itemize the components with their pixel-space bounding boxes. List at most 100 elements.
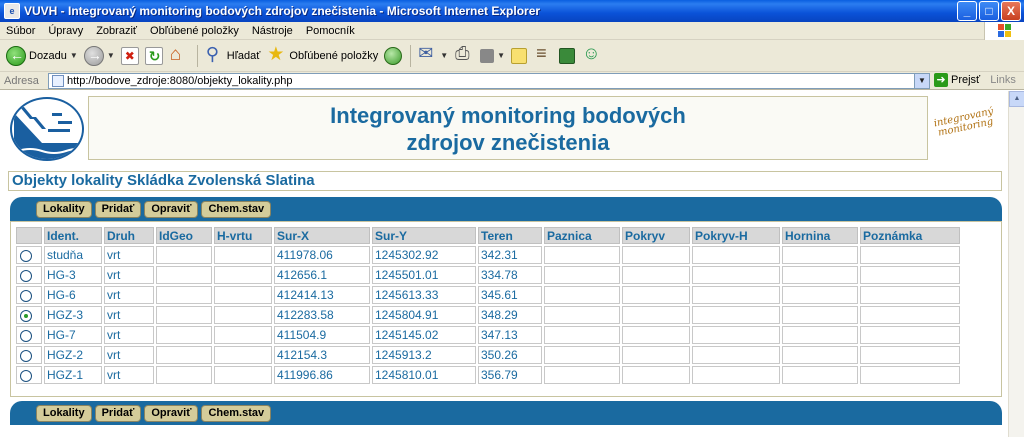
go-button[interactable]: Prejsť [951,74,980,86]
cell-teren: 348.29 [478,306,542,324]
chevron-down-icon[interactable]: ▼ [914,74,929,88]
cell-sury: 1245302.92 [372,246,476,264]
table-row[interactable]: HGZ-3 vrt 412283.58 1245804.91 348.29 [16,306,960,324]
row-select-cell[interactable] [16,346,42,364]
star-icon [266,43,286,66]
print-button[interactable] [454,43,474,66]
chevron-down-icon[interactable]: ▼ [440,51,448,60]
scroll-up-arrow-icon[interactable]: ▲ [1009,91,1024,107]
back-button[interactable]: Dozadu ▼ [6,45,78,66]
forward-arrow-icon [83,45,104,66]
minimize-button[interactable]: _ [957,1,977,21]
cell-poznamka [860,346,960,364]
table-row[interactable]: HG-7 vrt 411504.9 1245145.02 347.13 [16,326,960,344]
favorites-button[interactable]: Obľúbené položky [266,43,378,66]
menu-help[interactable]: Pomocník [306,25,355,37]
mail-button[interactable]: ▼ [417,43,448,66]
cell-idgeo [156,266,212,284]
grid-icon [559,47,576,64]
cell-hvrtu [214,246,272,264]
cell-paznica [544,366,620,384]
monitoring-badge-logo: integrovaný monitoring [932,106,995,139]
history-button[interactable] [384,46,403,65]
chevron-down-icon[interactable]: ▼ [107,51,115,60]
menu-edit[interactable]: Úpravy [48,25,83,37]
discuss-button[interactable] [511,47,528,64]
cell-teren: 334.78 [478,266,542,284]
cell-hvrtu [214,346,272,364]
opravit-button[interactable]: Opraviť [144,200,199,218]
cell-surx: 412656.1 [274,266,370,284]
table-row[interactable]: HGZ-1 vrt 411996.86 1245810.01 356.79 [16,366,960,384]
links-toolbar[interactable]: Links [990,74,1016,86]
row-select-cell[interactable] [16,306,42,324]
lokality-button[interactable]: Lokality [36,200,92,218]
stop-button[interactable] [120,46,139,65]
forward-button[interactable]: ▼ [83,45,115,66]
chevron-down-icon[interactable]: ▼ [70,51,78,60]
close-button[interactable]: X [1001,1,1021,21]
cell-pokryvh [692,326,780,344]
table-row[interactable]: HG-6 vrt 412414.13 1245613.33 345.61 [16,286,960,304]
row-radio[interactable] [20,249,32,262]
column-header: Teren [478,227,542,244]
page-icon [52,75,64,87]
lokality-button[interactable]: Lokality [36,404,92,422]
table-row[interactable]: HGZ-2 vrt 412154.3 1245913.2 350.26 [16,346,960,364]
table-row[interactable]: HG-3 vrt 412656.1 1245501.01 334.78 [16,266,960,284]
address-url[interactable]: http://bodove_zdroje:8080/objekty_lokali… [67,75,292,87]
back-label: Dozadu [29,49,67,62]
menu-tools[interactable]: Nástroje [252,25,293,37]
header-title-line2: zdrojov znečistenia [406,130,610,155]
cell-surx: 411978.06 [274,246,370,264]
maximize-button[interactable]: □ [979,1,999,21]
menu-favorites[interactable]: Obľúbené položky [150,25,239,37]
row-select-cell[interactable] [16,286,42,304]
cell-pokryvh [692,306,780,324]
messenger-button[interactable] [581,43,601,66]
address-bar: Adresa http://bodove_zdroje:8080/objekty… [0,72,1024,90]
go-arrow-icon[interactable]: ➜ [934,73,948,87]
grid-tool-button[interactable] [559,47,576,64]
row-radio[interactable] [20,329,32,342]
cell-hvrtu [214,286,272,304]
row-select-cell[interactable] [16,266,42,284]
menu-file[interactable]: Súbor [6,25,35,37]
research-button[interactable] [533,43,553,66]
row-radio[interactable] [20,269,32,282]
mail-icon [417,43,437,66]
pridat-button[interactable]: Pridať [94,200,142,218]
cell-surx: 411504.9 [274,326,370,344]
row-radio-selected[interactable] [20,309,32,322]
chem-stav-button[interactable]: Chem.stav [201,404,272,422]
vertical-scrollbar[interactable]: ▲ [1008,91,1024,437]
chem-stav-button[interactable]: Chem.stav [201,200,272,218]
cell-druh: vrt [104,246,154,264]
cell-idgeo [156,286,212,304]
address-input[interactable]: http://bodove_zdroje:8080/objekty_lokali… [48,73,930,89]
table-row[interactable]: studňa vrt 411978.06 1245302.92 342.31 [16,246,960,264]
chevron-down-icon[interactable]: ▼ [497,51,505,60]
row-radio[interactable] [20,349,32,362]
opravit-button[interactable]: Opraviť [144,404,199,422]
cell-sury: 1245804.91 [372,306,476,324]
search-button[interactable]: Hľadať [204,44,261,66]
history-icon [384,46,403,65]
pridat-button[interactable]: Pridať [94,404,142,422]
row-radio[interactable] [20,289,32,302]
cell-hvrtu [214,266,272,284]
cell-idgeo [156,366,212,384]
edit-button[interactable]: ▼ [480,48,505,63]
home-button[interactable] [169,44,189,66]
cell-paznica [544,286,620,304]
row-select-cell[interactable] [16,326,42,344]
refresh-button[interactable] [144,46,163,65]
row-select-cell[interactable] [16,246,42,264]
table-body: studňa vrt 411978.06 1245302.92 342.31 H… [16,246,960,384]
row-radio[interactable] [20,369,32,382]
row-select-cell[interactable] [16,366,42,384]
menu-bar: Súbor Úpravy Zobraziť Obľúbené položky N… [0,22,1024,40]
toolbar-separator [410,44,412,67]
cell-poznamka [860,266,960,284]
menu-view[interactable]: Zobraziť [96,25,137,37]
